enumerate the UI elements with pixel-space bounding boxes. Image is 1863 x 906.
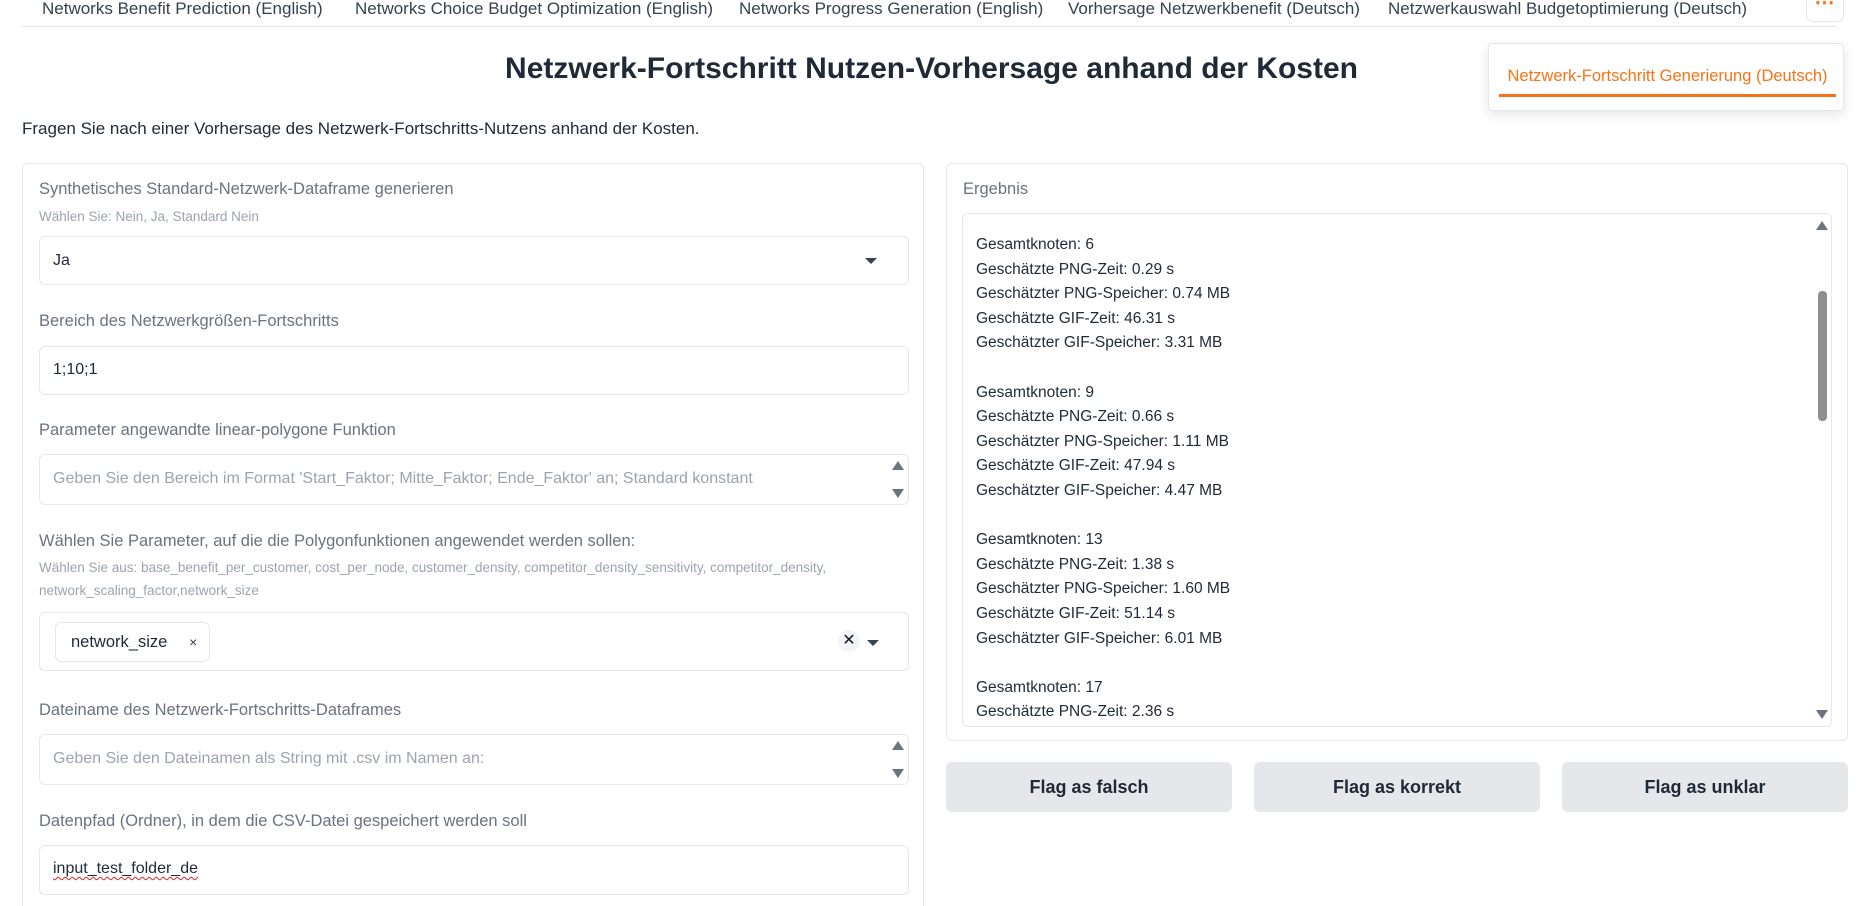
folder-input[interactable]: input_test_folder_de <box>39 845 909 895</box>
result-line: Geschätzter GIF-Speicher: 6.01 MB <box>976 629 1223 647</box>
filename-input[interactable]: Geben Sie den Dateinamen als String mit … <box>39 734 909 785</box>
chip-label: network_size <box>71 633 168 651</box>
polygon-function-label: Parameter angewandte linear-polygone Fun… <box>39 421 396 439</box>
flag-unklar-button[interactable]: Flag as unklar <box>1562 762 1848 812</box>
parameters-label: Wählen Sie Parameter, auf die die Polygo… <box>39 532 636 550</box>
result-label: Ergebnis <box>963 180 1029 198</box>
result-line: Geschätzter GIF-Speicher: 3.31 MB <box>976 334 1223 352</box>
scroll-up-icon[interactable] <box>1816 221 1828 230</box>
result-textarea[interactable]: Gesamtknoten: 6 Geschätzte PNG-Zeit: 0.2… <box>962 213 1832 727</box>
selected-parameter-chip: network_size × <box>55 622 211 662</box>
range-value: 1;10;1 <box>53 361 98 378</box>
folder-value: input_test_folder_de <box>53 860 198 877</box>
filename-label: Dateiname des Netzwerk-Fortschritts-Data… <box>39 701 402 719</box>
tab-bar: Networks Benefit Prediction (English) Ne… <box>22 0 1837 27</box>
more-tabs-button[interactable]: ⋯ <box>1806 0 1844 22</box>
result-line: Gesamtknoten: 6 <box>976 236 1095 253</box>
result-scrollbar[interactable] <box>1813 214 1831 726</box>
chevron-down-icon <box>865 258 877 264</box>
result-line: Geschätzte PNG-Zeit: 0.66 s <box>976 408 1175 426</box>
parameters-info: Wählen Sie aus: base_benefit_per_custome… <box>39 560 827 598</box>
close-icon[interactable]: ✕ <box>838 630 860 652</box>
polygon-function-placeholder: Geben Sie den Bereich im Format 'Start_F… <box>53 470 753 487</box>
result-line: Geschätzte GIF-Zeit: 47.94 s <box>976 457 1175 475</box>
result-line: Geschätzter PNG-Speicher: 1.11 MB <box>976 432 1229 450</box>
range-label: Bereich des Netzwerkgrößen-Fortschritts <box>39 312 339 330</box>
synthetic-dataframe-info: Wählen Sie: Nein, Ja, Standard Nein <box>39 209 259 224</box>
stepper-up-icon[interactable] <box>892 461 904 470</box>
stepper-down-icon[interactable] <box>892 769 904 778</box>
result-line: Geschätzter GIF-Speicher: 4.47 MB <box>976 481 1223 499</box>
synthetic-dataframe-value: Ja <box>53 252 70 269</box>
output-panel: Ergebnis Gesamtknoten: 6 Geschätzte PNG-… <box>946 163 1848 741</box>
result-line <box>976 356 1796 381</box>
result-line: Geschätzte PNG-Zeit: 0.29 s <box>976 260 1175 278</box>
page-title: Netzwerk-Fortschritt Nutzen-Vorhersage a… <box>505 52 1358 85</box>
result-line: Geschätzter PNG-Speicher: 0.74 MB <box>976 285 1231 303</box>
polygon-function-input[interactable]: Geben Sie den Bereich im Format 'Start_F… <box>39 454 909 505</box>
result-line <box>976 651 1796 676</box>
folder-label: Datenpfad (Ordner), in dem die CSV-Datei… <box>39 812 527 830</box>
synthetic-dataframe-dropdown[interactable]: Ja <box>39 236 909 285</box>
result-line: Gesamtknoten: 17 <box>976 678 1103 696</box>
tab-networks-progress-generation-en[interactable]: Networks Progress Generation (English) <box>739 0 1043 17</box>
stepper-down-icon[interactable] <box>892 489 904 498</box>
result-line: Geschätzte PNG-Zeit: 2.36 s <box>976 703 1175 721</box>
flag-falsch-button[interactable]: Flag as falsch <box>946 762 1232 812</box>
tab-netzwerkauswahl-budget-de[interactable]: Netzwerkauswahl Budgetoptimierung (Deuts… <box>1388 0 1747 17</box>
tab-vorhersage-netzwerkbenefit-de[interactable]: Vorhersage Netzwerkbenefit (Deutsch) <box>1068 0 1360 17</box>
result-line: Geschätzte GIF-Zeit: 51.14 s <box>976 604 1175 622</box>
chevron-down-icon[interactable] <box>867 640 879 646</box>
result-line: Geschätzter PNG-Speicher: 1.60 MB <box>976 580 1231 598</box>
scrollbar-thumb[interactable] <box>1818 291 1827 421</box>
synthetic-dataframe-label: Synthetisches Standard-Netzwerk-Datafram… <box>39 180 454 198</box>
tab-networks-choice-budget-en[interactable]: Networks Choice Budget Optimization (Eng… <box>355 0 713 17</box>
stepper-up-icon[interactable] <box>892 741 904 750</box>
result-line: Gesamtknoten: 13 <box>976 531 1103 549</box>
tab-networks-benefit-prediction-en[interactable]: Networks Benefit Prediction (English) <box>42 0 323 17</box>
result-line: Gesamtknoten: 9 <box>976 383 1095 401</box>
chip-remove-icon[interactable]: × <box>189 623 197 661</box>
page-description: Fragen Sie nach einer Vorhersage des Net… <box>22 119 700 138</box>
scroll-down-icon[interactable] <box>1816 710 1828 719</box>
result-line <box>976 504 1796 529</box>
parameters-multiselect[interactable]: network_size × ✕ <box>39 612 909 671</box>
range-input[interactable]: 1;10;1 <box>39 346 909 395</box>
result-line: Geschätzte GIF-Zeit: 46.31 s <box>976 309 1175 327</box>
flag-korrekt-button[interactable]: Flag as korrekt <box>1254 762 1540 812</box>
result-text: Gesamtknoten: 6 Geschätzte PNG-Zeit: 0.2… <box>976 233 1796 725</box>
input-panel: Synthetisches Standard-Netzwerk-Datafram… <box>22 163 924 906</box>
filename-placeholder: Geben Sie den Dateinamen als String mit … <box>53 750 485 767</box>
result-line: Geschätzte PNG-Zeit: 1.38 s <box>976 555 1175 573</box>
